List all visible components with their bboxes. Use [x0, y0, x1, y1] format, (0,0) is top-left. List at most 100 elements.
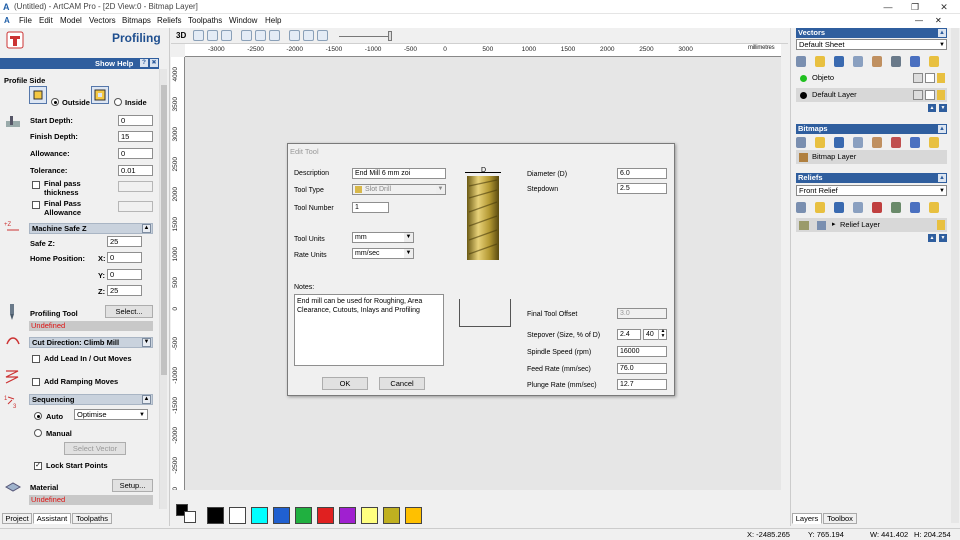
menu-bitmaps[interactable]: Bitmaps: [122, 15, 151, 27]
relief-visibility-bulb-icon[interactable]: [937, 220, 945, 230]
bitmap-properties-icon[interactable]: [891, 137, 901, 148]
zoom-fit-icon[interactable]: [221, 30, 232, 41]
palette-swatch[interactable]: [229, 507, 246, 524]
menu-model[interactable]: Model: [60, 15, 82, 27]
combine-relief-icon[interactable]: [872, 202, 882, 213]
safe-z-input[interactable]: 25: [107, 236, 142, 247]
tab-assistant[interactable]: Assistant: [33, 513, 71, 524]
move-relief-down-icon[interactable]: ▼: [939, 234, 947, 242]
lock-icon[interactable]: [913, 73, 923, 83]
cancel-button[interactable]: Cancel: [379, 377, 425, 390]
open-layer-icon[interactable]: [815, 56, 825, 67]
palette-swatch[interactable]: [273, 507, 290, 524]
open-bitmap-icon[interactable]: [815, 137, 825, 148]
inside-radio[interactable]: [114, 98, 122, 106]
collapse-sequencing-icon[interactable]: ▲: [142, 395, 151, 404]
machine-safe-z-header[interactable]: Machine Safe Z ▲: [29, 223, 153, 234]
move-relief-up-icon[interactable]: ▲: [928, 234, 936, 242]
collapse-vectors-icon[interactable]: ▲: [938, 29, 946, 37]
new-layer-icon[interactable]: [796, 56, 806, 67]
close-button[interactable]: ✕: [932, 0, 956, 14]
stepover-spinner-icon[interactable]: ▲ ▼: [658, 329, 667, 340]
mdi-close-button[interactable]: ✕: [935, 15, 942, 27]
visibility-bulb-icon[interactable]: [937, 90, 945, 100]
delete-relief-icon[interactable]: [910, 202, 920, 213]
menu-window[interactable]: Window: [229, 15, 257, 27]
tolerance-input[interactable]: 0.01: [118, 165, 153, 176]
pen-icon[interactable]: [925, 73, 935, 83]
final-pass-allowance-input[interactable]: [118, 201, 153, 212]
minimize-button[interactable]: —: [876, 0, 900, 14]
final-offset-input[interactable]: 3.0: [617, 308, 667, 319]
stepdown-input[interactable]: 2.5: [617, 183, 667, 194]
copy-layer-icon[interactable]: [853, 56, 863, 67]
layer-properties-icon[interactable]: [891, 56, 901, 67]
left-scroll-thumb[interactable]: [161, 85, 167, 375]
sequencing-header[interactable]: Sequencing ▲: [29, 394, 153, 405]
relief-mode-icon[interactable]: [817, 221, 826, 230]
canvas-vertical-scrollbar[interactable]: [781, 44, 788, 490]
menu-reliefs[interactable]: Reliefs: [157, 15, 181, 27]
copy-bitmap-icon[interactable]: [853, 137, 863, 148]
layer-color-icon[interactable]: [800, 92, 807, 99]
zoom-previous-icon[interactable]: [255, 30, 266, 41]
merge-layer-icon[interactable]: [872, 56, 882, 67]
notes-textarea[interactable]: End mill can be used for Roughing, Area …: [294, 294, 444, 366]
menu-toolpaths[interactable]: Toolpaths: [188, 15, 222, 27]
help-question-button[interactable]: ?: [140, 59, 148, 67]
palette-swatch[interactable]: [383, 507, 400, 524]
menu-help[interactable]: Help: [265, 15, 281, 27]
blend-slider-track[interactable]: [339, 36, 389, 37]
pan-icon[interactable]: [289, 30, 300, 41]
expand-arrow-icon[interactable]: ▸: [832, 218, 836, 232]
home-x-input[interactable]: 0: [107, 252, 142, 263]
tool-number-input[interactable]: 1: [352, 202, 389, 213]
restore-button[interactable]: ❐: [903, 0, 927, 14]
allowance-input[interactable]: 0: [118, 148, 153, 159]
home-z-input[interactable]: 25: [107, 285, 142, 296]
mdi-minimize-button[interactable]: —: [915, 15, 923, 27]
secondary-color-swatch[interactable]: [184, 511, 196, 523]
material-setup-button[interactable]: Setup...: [112, 479, 153, 492]
final-pass-thickness-checkbox[interactable]: [32, 181, 40, 189]
blend-slider-thumb[interactable]: [388, 31, 392, 41]
relief-layer-row[interactable]: ▸ Relief Layer: [796, 218, 947, 232]
show-help-link[interactable]: Show Help: [95, 59, 133, 68]
save-bitmap-icon[interactable]: [834, 137, 844, 148]
menu-file[interactable]: File: [19, 15, 32, 27]
select-vector-button[interactable]: Select Vector: [64, 442, 126, 455]
paste-bitmap-icon[interactable]: [872, 137, 882, 148]
lock-start-checkbox[interactable]: ✓: [34, 462, 42, 470]
layer-color-icon[interactable]: [800, 75, 807, 82]
move-layer-up-icon[interactable]: ▲: [928, 104, 936, 112]
menu-edit[interactable]: Edit: [39, 15, 53, 27]
spindle-input[interactable]: 16000: [617, 346, 667, 357]
plunge-input[interactable]: 12.7: [617, 379, 667, 390]
palette-swatch[interactable]: [361, 507, 378, 524]
tab-toolbox[interactable]: Toolbox: [823, 513, 857, 524]
tool-type-select[interactable]: Slot Drill ▼: [352, 184, 446, 195]
relief-properties-icon[interactable]: [891, 202, 901, 213]
bitmap-layer-row[interactable]: Bitmap Layer: [796, 150, 947, 164]
final-pass-allowance-checkbox[interactable]: [32, 201, 40, 209]
rate-units-select[interactable]: mm/sec ▼: [352, 248, 414, 259]
select-layer-icon[interactable]: [910, 56, 920, 67]
ok-button[interactable]: OK: [322, 377, 368, 390]
grid-icon[interactable]: [303, 30, 314, 41]
start-depth-input[interactable]: 0: [118, 115, 153, 126]
outside-radio[interactable]: [51, 98, 59, 106]
right-panel-scrollbar[interactable]: [951, 28, 959, 523]
palette-swatch[interactable]: [207, 507, 224, 524]
pen-icon[interactable]: [925, 90, 935, 100]
vector-sheet-select[interactable]: Default Sheet ▼: [796, 39, 947, 50]
snap-icon[interactable]: [317, 30, 328, 41]
manual-radio[interactable]: [34, 429, 42, 437]
diameter-input[interactable]: 6.0: [617, 168, 667, 179]
cut-direction-header[interactable]: Cut Direction: Climb Mill ▼: [29, 337, 153, 348]
select-tool-button[interactable]: Select...: [105, 305, 153, 318]
description-input[interactable]: End Mill 6 mm zoi: [352, 168, 446, 179]
inside-profile-icon[interactable]: [91, 86, 109, 104]
zoom-out-icon[interactable]: [207, 30, 218, 41]
collapse-reliefs-icon[interactable]: ▲: [938, 174, 946, 182]
cut-direction-dropdown-icon[interactable]: ▼: [142, 338, 151, 347]
